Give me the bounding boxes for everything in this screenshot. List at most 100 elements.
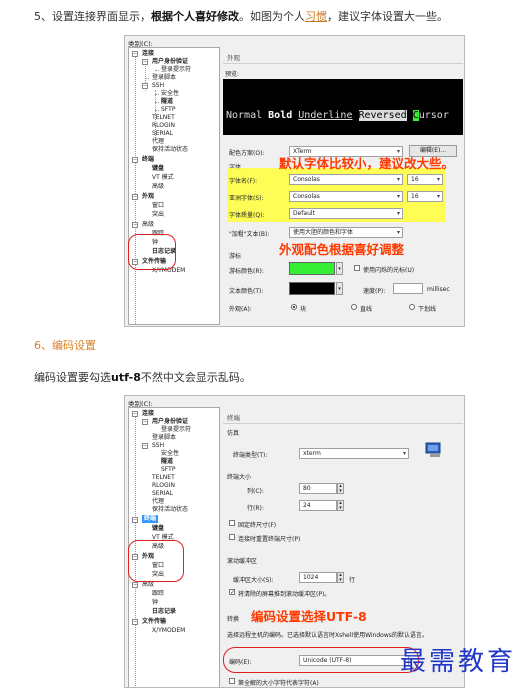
step5-middle: 。如图为个人 — [239, 10, 305, 23]
encoding-description: 选择远程主机的编码。已选择默认语言时Xshell使用Windows的默认语言。 — [227, 632, 428, 639]
step6-prefix: 6、 — [34, 339, 52, 352]
tree-item-auth[interactable]: 用户身份验证 — [152, 58, 188, 66]
tree2-serial[interactable]: SERIAL — [152, 490, 173, 498]
fixed-size-checkbox[interactable] — [229, 520, 235, 526]
tree-item-proxy[interactable]: 代理 — [152, 138, 164, 146]
tree2-sftp[interactable]: SFTP — [161, 466, 175, 474]
shape-line-radio[interactable] — [351, 304, 357, 310]
tree-item-vt-mode[interactable]: VT 模式 — [152, 174, 174, 182]
buffer-unit: 行 — [349, 577, 356, 584]
habit-link[interactable]: 习惯 — [305, 10, 327, 23]
tree2-security[interactable]: 安全性 — [161, 450, 179, 458]
tree-item-login-script[interactable]: 登录脚本 — [152, 74, 176, 82]
tree2-ssh[interactable]: SSH — [152, 442, 164, 450]
tree2-rlogin[interactable]: RLOGIN — [152, 482, 175, 490]
tree2-trace[interactable]: 跟踪 — [152, 590, 164, 598]
tree-item-login-prompt[interactable]: 登录提示符 — [161, 66, 191, 74]
preview-label: 预览: — [225, 71, 240, 78]
push-checkbox[interactable]: ✓ — [229, 589, 235, 596]
step5-bold: 根据个人喜好修改 — [151, 10, 239, 23]
encoding-annotation: 编码设置选择UTF-8 — [251, 609, 367, 624]
speed-input[interactable] — [393, 283, 423, 294]
tree-item-advanced[interactable]: 高级 — [142, 221, 154, 229]
preview-bold: Bold — [268, 110, 293, 121]
font-name-select[interactable]: Consolas — [289, 174, 403, 185]
step6-title: 编码设置 — [52, 339, 96, 352]
resize-checkbox[interactable] — [229, 534, 235, 540]
tree2-keepalive[interactable]: 保持活动状态 — [152, 506, 188, 514]
terminal-circle — [128, 540, 184, 582]
tree2-terminal-selected[interactable]: 终端 — [142, 515, 159, 523]
tree2-proxy[interactable]: 代理 — [152, 498, 164, 506]
push-label: 将清除的屏幕推到滚动缓冲区(P)。 — [238, 591, 331, 598]
encoding-section: 转换 — [227, 616, 240, 623]
rows-input[interactable]: 24 — [299, 500, 337, 511]
cutoff-checkbox[interactable] — [229, 678, 235, 684]
shape-underline-label: 下划线 — [418, 306, 437, 313]
tree2-bell[interactable]: 钟 — [152, 599, 158, 607]
rows-label: 行(R): — [247, 505, 264, 512]
tree-item-appearance[interactable]: 外观 — [142, 193, 154, 201]
fixed-size-label: 固定终尺寸(F) — [238, 522, 277, 529]
tree-item-highlight[interactable]: 突出 — [152, 211, 164, 219]
tree2-logging[interactable]: 日志记录 — [152, 608, 176, 616]
tree2-file-transfer[interactable]: 文件传输 — [142, 618, 166, 626]
step6-heading: 6、编码设置 — [34, 338, 96, 353]
asian-font-size-select[interactable]: 16 — [407, 191, 443, 202]
font-size-select[interactable]: 16 — [407, 174, 443, 185]
tree2-keyboard[interactable]: 键盘 — [152, 525, 164, 533]
step5-suffix: ，建议字体设置大一些。 — [327, 10, 448, 23]
tree2-tunnel[interactable]: 隧道 — [161, 458, 173, 466]
preview-underline: Underline — [298, 110, 353, 121]
step5-prefix: 5、设置连接界面显示， — [34, 10, 151, 23]
tree-item-window[interactable]: 窗口 — [152, 202, 164, 210]
buffer-stepper[interactable]: ▴ ▾ — [337, 572, 344, 583]
cols-input[interactable]: 80 — [299, 483, 337, 494]
tree-item-terminal-advanced[interactable]: 高级 — [152, 183, 164, 191]
terminal-type-icon — [425, 442, 443, 458]
step6-description: 编码设置要勾选utf-8不然中文会显示乱码。 — [34, 370, 251, 385]
tree2-xymodem[interactable]: X/YMODEM — [152, 627, 185, 635]
tree2-login-prompt[interactable]: 登录提示符 — [161, 426, 191, 434]
terminal-type-label: 终端类型(T): — [233, 452, 268, 459]
tree-item-serial[interactable]: SERIAL — [152, 130, 173, 138]
cols-stepper[interactable]: ▴ ▾ — [337, 483, 344, 494]
cursor-color-swatch[interactable] — [289, 262, 335, 275]
encoding-circle — [223, 647, 419, 673]
bold-text-label: "加粗"文本(B): — [229, 231, 270, 238]
tree2-connection[interactable]: 连接 — [142, 410, 154, 418]
bold-text-select[interactable]: 使用大胆的颜色和字体 — [289, 227, 403, 238]
tree-item-telnet[interactable]: TELNET — [152, 114, 175, 122]
tree-item-sftp[interactable]: SFTP — [161, 106, 175, 114]
tree2-login-script[interactable]: 登录脚本 — [152, 434, 176, 442]
tree2-telnet[interactable]: TELNET — [152, 474, 175, 482]
shape-block-radio[interactable] — [291, 304, 297, 310]
cursor-color-label: 游标颜色(R): — [229, 268, 264, 275]
scroll-section: 滚动缓冲区 — [227, 558, 258, 565]
tree2-advanced[interactable]: 高级 — [142, 581, 154, 589]
tree-item-rlogin[interactable]: RLOGIN — [152, 122, 175, 130]
step6-desc-suffix: 不然中文会显示乱码。 — [140, 371, 251, 384]
tree-item-terminal[interactable]: 终端 — [142, 156, 154, 164]
cursor-color-dropdown[interactable]: ▾ — [336, 262, 343, 275]
tree-item-security[interactable]: 安全性 — [161, 90, 179, 98]
blink-cursor-checkbox[interactable] — [354, 265, 360, 271]
tree-item-ssh[interactable]: SSH — [152, 82, 164, 90]
step6-desc-prefix: 编码设置要勾选 — [34, 371, 111, 384]
tree-item-tunnel[interactable]: 隧道 — [161, 98, 173, 106]
category-tree[interactable]: − 连接 − 用户身份验证 登录提示符 登录脚本 − SSH 安全性 隧道 SF… — [128, 47, 220, 325]
cols-label: 列(C): — [247, 488, 264, 495]
text-color-dropdown[interactable]: ▾ — [336, 282, 343, 295]
buffer-size-input[interactable]: 1024 — [299, 572, 337, 583]
tree2-auth[interactable]: 用户身份验证 — [152, 418, 188, 426]
tree-item-connection[interactable]: 连接 — [142, 50, 154, 58]
rows-stepper[interactable]: ▴ ▾ — [337, 500, 344, 511]
asian-font-select[interactable]: Consolas — [289, 191, 403, 202]
text-color-swatch[interactable] — [289, 282, 335, 295]
font-quality-select[interactable]: Default — [289, 208, 403, 219]
terminal-type-select[interactable]: xterm — [299, 448, 409, 459]
shape-underline-radio[interactable] — [409, 304, 415, 310]
color-annotation: 外观配色根据喜好调整 — [279, 242, 405, 257]
tree-item-keyboard[interactable]: 键盘 — [152, 165, 164, 173]
tree-item-keepalive[interactable]: 保持活动状态 — [152, 146, 188, 154]
